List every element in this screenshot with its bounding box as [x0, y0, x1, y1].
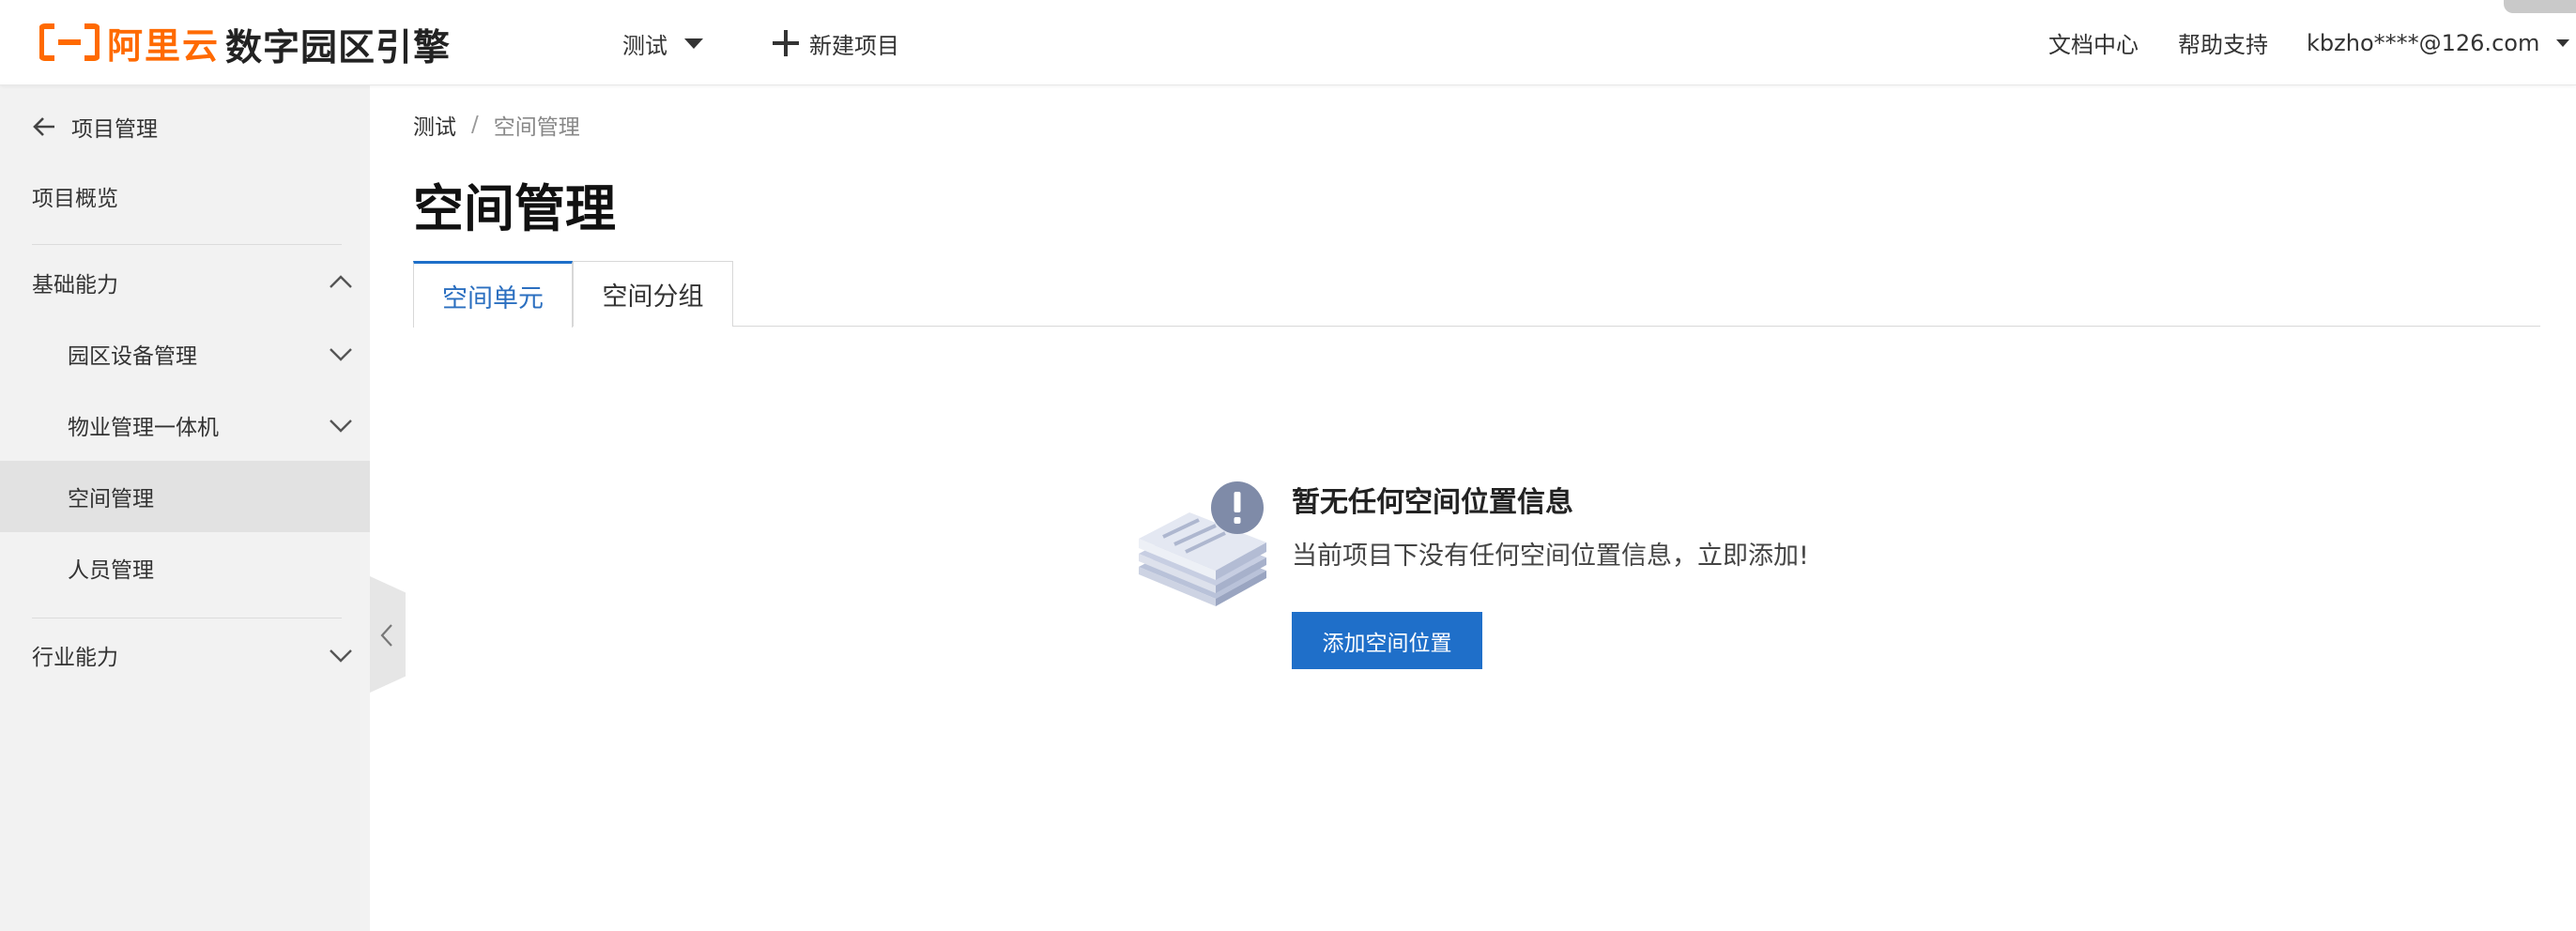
- empty-state-description: 当前项目下没有任何空间位置信息，立即添加!: [1292, 542, 1809, 571]
- back-label: 项目管理: [71, 117, 158, 142]
- sidebar: 项目管理 项目概览 基础能力 园区设备管理 物业管理一体机 空间管理 人员管理 …: [0, 85, 370, 931]
- sidebar-item-label: 空间管理: [68, 487, 154, 511]
- caret-down-icon: [684, 38, 703, 49]
- chevron-down-icon: [330, 420, 352, 433]
- sidebar-group-label: 行业能力: [32, 646, 118, 670]
- new-project-button[interactable]: 新建项目: [772, 24, 899, 62]
- user-account-menu[interactable]: kbzho****@126.com: [2307, 24, 2570, 62]
- logo-text: 阿里云: [107, 24, 221, 67]
- sidebar-item-space-management[interactable]: 空间管理: [0, 461, 370, 532]
- back-to-project-management[interactable]: 项目管理: [32, 108, 158, 145]
- chevron-up-icon: [330, 275, 352, 288]
- project-selector-label: 测试: [622, 32, 667, 59]
- empty-state-title: 暂无任何空间位置信息: [1292, 486, 1573, 519]
- sidebar-item-personnel-management[interactable]: 人员管理: [0, 532, 370, 603]
- product-name: 数字园区引擎: [225, 27, 452, 69]
- sidebar-item-park-devices[interactable]: 园区设备管理: [0, 318, 370, 389]
- breadcrumb-separator: /: [471, 113, 479, 137]
- sidebar-item-label: 项目概览: [32, 187, 118, 211]
- tab-bar: 空间单元 空间分组: [413, 261, 2540, 328]
- breadcrumb: 测试 / 空间管理: [413, 109, 580, 141]
- sidebar-collapse-handle[interactable]: [370, 576, 406, 693]
- chevron-down-icon: [330, 348, 352, 361]
- empty-warning-icon: [1139, 481, 1266, 606]
- breadcrumb-current: 空间管理: [493, 115, 580, 140]
- tab-space-units[interactable]: 空间单元: [413, 261, 573, 328]
- user-account-name: kbzho****@126.com: [2307, 30, 2540, 56]
- sidebar-divider: [32, 244, 342, 245]
- aliyun-logo[interactable]: 阿里云: [39, 21, 220, 67]
- sidebar-item-label: 园区设备管理: [68, 344, 197, 369]
- new-project-label: 新建项目: [809, 32, 899, 59]
- sidebar-item-label: 物业管理一体机: [68, 416, 219, 440]
- sidebar-item-overview[interactable]: 项目概览: [0, 160, 370, 232]
- page-title: 空间管理: [413, 179, 616, 238]
- sidebar-group-label: 基础能力: [32, 273, 118, 298]
- docs-center-link[interactable]: 文档中心: [2048, 26, 2139, 59]
- project-selector[interactable]: 测试: [622, 24, 703, 62]
- arrow-left-icon: [33, 117, 54, 136]
- plus-icon: [772, 29, 800, 57]
- corner-tab[interactable]: [2504, 0, 2576, 13]
- help-support-link[interactable]: 帮助支持: [2178, 26, 2268, 59]
- top-navbar: 阿里云 数字园区引擎 测试 新建项目 文档中心 帮助支持 kbzho****@1…: [0, 0, 2576, 85]
- caret-down-icon: [2556, 39, 2570, 47]
- sidebar-group-industry-capabilities[interactable]: 行业能力: [0, 619, 370, 691]
- sidebar-item-property-management[interactable]: 物业管理一体机: [0, 389, 370, 461]
- add-space-location-button[interactable]: 添加空间位置: [1292, 612, 1482, 669]
- breadcrumb-root[interactable]: 测试: [413, 109, 456, 141]
- sidebar-item-label: 人员管理: [68, 558, 154, 583]
- chevron-left-icon: [380, 624, 392, 647]
- aliyun-logo-icon: [39, 23, 100, 61]
- sidebar-group-basic-capabilities[interactable]: 基础能力: [0, 247, 370, 318]
- tab-space-groups[interactable]: 空间分组: [573, 261, 733, 327]
- chevron-down-icon: [330, 649, 352, 663]
